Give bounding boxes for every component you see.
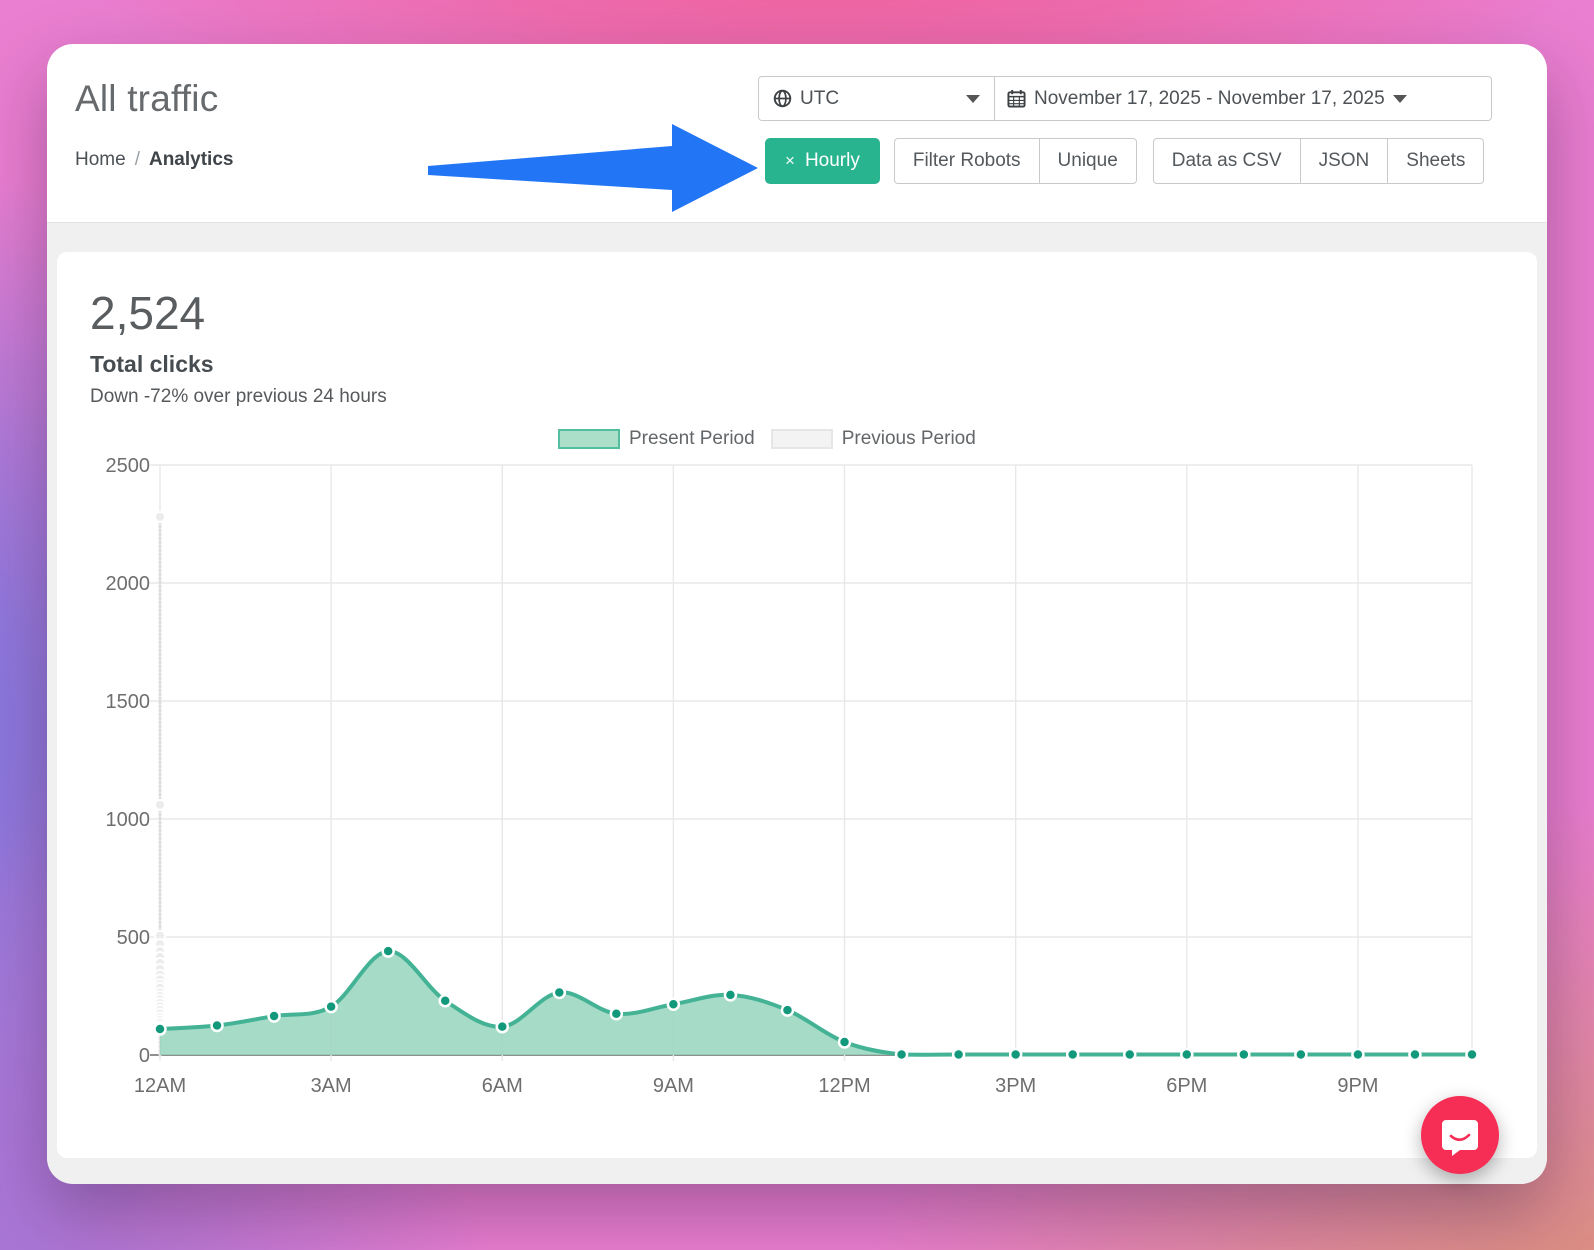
data-point[interactable] (497, 1021, 508, 1032)
data-point[interactable] (1181, 1049, 1192, 1060)
previous-period-series (155, 512, 165, 1055)
hourly-filter-label: Hourly (805, 150, 860, 172)
data-point[interactable] (953, 1049, 964, 1060)
total-clicks-label: Total clicks (90, 351, 214, 378)
previous-period-swatch (771, 429, 833, 449)
calendar-icon (1007, 89, 1026, 108)
x-axis-label: 9PM (1337, 1075, 1378, 1097)
y-axis-label: 0 (139, 1045, 150, 1067)
sheets-button[interactable]: Sheets (1388, 138, 1484, 184)
data-point[interactable] (1295, 1049, 1306, 1060)
data-point[interactable] (1409, 1049, 1420, 1060)
chart-legend: Present Period Previous Period (558, 428, 976, 450)
previous-period-label: Previous Period (842, 428, 976, 450)
total-clicks-value: 2,524 (90, 286, 205, 340)
previous-period-point (155, 512, 165, 522)
export-button-group: Data as CSV JSON Sheets (1153, 138, 1485, 184)
timezone-value: UTC (800, 88, 839, 110)
hourly-filter-button[interactable]: × Hourly (765, 138, 880, 184)
legend-item-previous[interactable]: Previous Period (771, 428, 976, 450)
previous-period-point (155, 800, 165, 810)
data-point[interactable] (1238, 1049, 1249, 1060)
date-range-value: November 17, 2025 - November 17, 2025 (1034, 88, 1385, 110)
x-axis-label: 3PM (995, 1075, 1036, 1097)
legend-item-present[interactable]: Present Period (558, 428, 755, 450)
present-period-label: Present Period (629, 428, 755, 450)
y-axis-label: 2500 (106, 455, 151, 477)
app-background: All traffic Home / Analytics UTC November … (0, 0, 1594, 1250)
filter-robots-button[interactable]: Filter Robots (894, 138, 1040, 184)
y-axis-label: 1500 (106, 691, 151, 713)
y-axis-label: 2000 (106, 573, 151, 595)
data-point[interactable] (554, 987, 565, 998)
data-point[interactable] (1067, 1049, 1078, 1060)
close-icon[interactable]: × (785, 151, 795, 171)
arrow-shape (428, 124, 758, 212)
y-axis-label: 1000 (106, 809, 151, 831)
chat-launcher-button[interactable] (1421, 1096, 1499, 1174)
present-period-area (160, 951, 1472, 1055)
traffic-chart-container: 0 500 1000 1500 2000 2500 12AM 3AM 6AM 9AM 12PM 3PM… (57, 415, 1537, 1125)
data-point[interactable] (1352, 1049, 1363, 1060)
data-point[interactable] (611, 1008, 622, 1019)
chevron-down-icon (966, 95, 980, 103)
x-axis-label: 6AM (482, 1075, 523, 1097)
chart-gridlines: 0 500 1000 1500 2000 2500 (106, 455, 1473, 1067)
data-point[interactable] (668, 999, 679, 1010)
data-point[interactable] (1010, 1049, 1021, 1060)
data-point[interactable] (1124, 1049, 1135, 1060)
traffic-area-chart: 0 500 1000 1500 2000 2500 12AM 3AM 6AM 9AM 12PM 3PM… (57, 415, 1537, 1125)
breadcrumb: Home / Analytics (75, 149, 233, 171)
chat-bubble-icon (1439, 1114, 1481, 1156)
x-axis-labels: 12AM 3AM 6AM 9AM 12PM 3PM 6PM 9PM (134, 1075, 1379, 1097)
chevron-down-icon (1393, 95, 1407, 103)
data-as-csv-button[interactable]: Data as CSV (1153, 138, 1301, 184)
breadcrumb-current: Analytics (149, 149, 233, 170)
data-point[interactable] (896, 1049, 907, 1060)
data-point[interactable] (1467, 1049, 1478, 1060)
y-axis-label: 500 (117, 927, 150, 949)
timezone-date-group: UTC November 17, 2025 - November 17, 202… (758, 76, 1492, 121)
change-summary: Down -72% over previous 24 hours (90, 386, 387, 408)
globe-icon (773, 89, 792, 108)
data-point[interactable] (269, 1011, 280, 1022)
annotation-arrow (428, 120, 762, 220)
unique-button[interactable]: Unique (1040, 138, 1137, 184)
data-point[interactable] (383, 946, 394, 957)
data-point[interactable] (155, 1024, 166, 1035)
x-axis-label: 3AM (311, 1075, 352, 1097)
filter-button-group: Filter Robots Unique (894, 138, 1137, 184)
date-range-picker[interactable]: November 17, 2025 - November 17, 2025 (995, 76, 1492, 121)
present-period-series (155, 946, 1478, 1060)
x-axis-label: 12PM (818, 1075, 870, 1097)
x-axis-label: 9AM (653, 1075, 694, 1097)
x-axis-label: 12AM (134, 1075, 186, 1097)
data-point[interactable] (212, 1020, 223, 1031)
toolbar-buttons: × Hourly Filter Robots Unique Data as CS… (765, 138, 1484, 184)
page-title: All traffic (75, 78, 218, 120)
data-point[interactable] (326, 1001, 337, 1012)
breadcrumb-separator: / (135, 149, 140, 170)
data-point[interactable] (782, 1005, 793, 1016)
data-point[interactable] (839, 1037, 850, 1048)
data-point[interactable] (440, 995, 451, 1006)
x-axis-label: 6PM (1166, 1075, 1207, 1097)
json-button[interactable]: JSON (1301, 138, 1389, 184)
present-period-swatch (558, 429, 620, 449)
data-point[interactable] (725, 989, 736, 1000)
timezone-select[interactable]: UTC (758, 76, 995, 121)
breadcrumb-home-link[interactable]: Home (75, 149, 126, 170)
